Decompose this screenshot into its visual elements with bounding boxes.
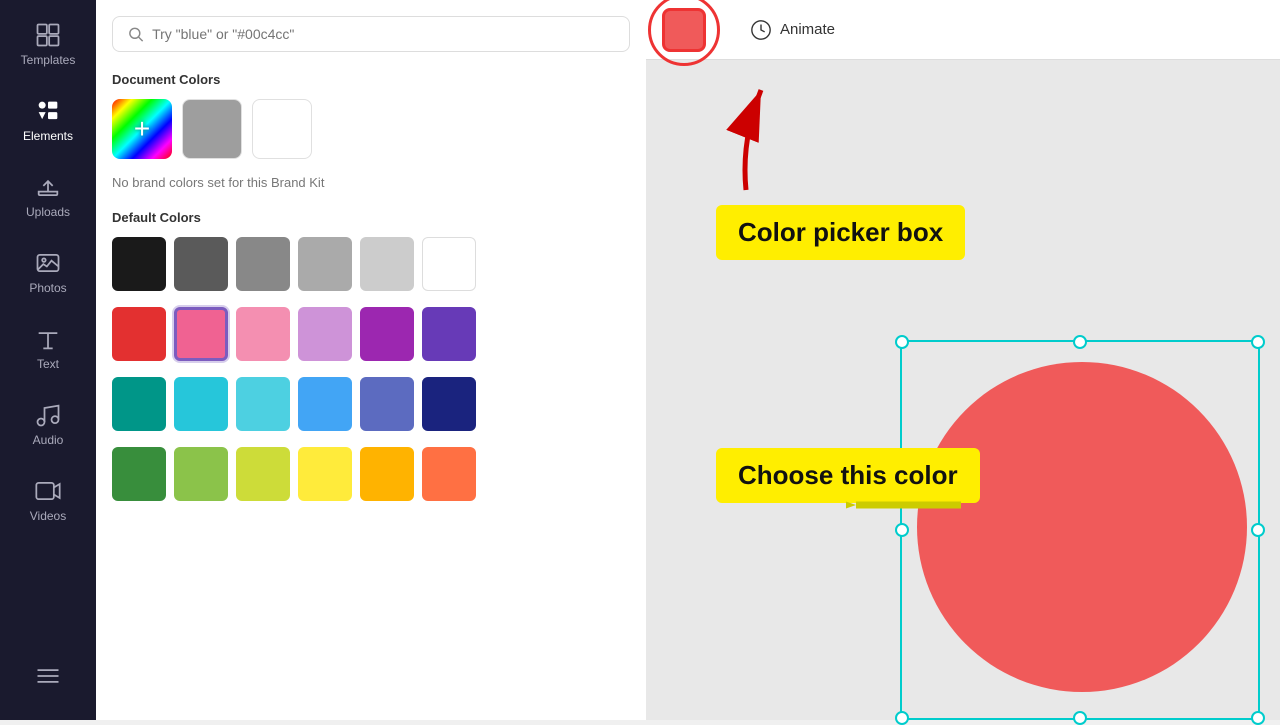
resize-handle-tl[interactable] xyxy=(895,335,909,349)
doc-color-gray[interactable] xyxy=(182,99,242,159)
canvas-area: Animate Color picker box Choose this col… xyxy=(646,0,1280,720)
animate-button[interactable]: Animate xyxy=(750,19,835,41)
color-picker-button[interactable] xyxy=(662,8,706,52)
doc-color-white[interactable] xyxy=(252,99,312,159)
color-picker-wrapper xyxy=(662,8,706,52)
search-icon xyxy=(127,25,144,43)
default-colors-row1 xyxy=(112,237,630,291)
resize-handle-rm[interactable] xyxy=(1251,523,1265,537)
choose-arrow-annotation xyxy=(846,475,966,540)
no-brand-colors-text: No brand colors set for this Brand Kit xyxy=(112,175,630,190)
color-orange[interactable] xyxy=(422,447,476,501)
sidebar-item-audio[interactable]: Audio xyxy=(8,388,88,460)
color-green[interactable] xyxy=(112,447,166,501)
color-purple[interactable] xyxy=(360,307,414,361)
circle-shape xyxy=(917,362,1247,692)
sidebar-item-audio-label: Audio xyxy=(33,433,64,447)
sidebar-item-videos[interactable]: Videos xyxy=(8,464,88,536)
sidebar-item-photos-label: Photos xyxy=(29,281,66,295)
animate-icon xyxy=(750,19,772,41)
color-light-purple[interactable] xyxy=(298,307,352,361)
sidebar-item-text-label: Text xyxy=(37,357,59,371)
default-colors-row4 xyxy=(112,447,630,501)
sidebar-item-photos[interactable]: Photos xyxy=(8,236,88,308)
default-colors-row2 xyxy=(112,307,630,361)
document-colors-row xyxy=(112,99,630,159)
sidebar: Templates Elements Uploads Photos Text xyxy=(0,0,96,720)
add-color-button[interactable] xyxy=(112,99,172,159)
color-light-blue[interactable] xyxy=(298,377,352,431)
color-white[interactable] xyxy=(422,237,476,291)
resize-handle-bm[interactable] xyxy=(1073,711,1087,725)
sidebar-item-templates-label: Templates xyxy=(21,53,76,67)
color-light-cyan[interactable] xyxy=(236,377,290,431)
arrow-annotation xyxy=(686,70,786,205)
color-lime[interactable] xyxy=(236,447,290,501)
color-cyan[interactable] xyxy=(174,377,228,431)
color-teal[interactable] xyxy=(112,377,166,431)
resize-handle-br[interactable] xyxy=(1251,711,1265,725)
search-input[interactable] xyxy=(152,26,615,42)
color-amber[interactable] xyxy=(360,447,414,501)
resize-handle-bl[interactable] xyxy=(895,711,909,725)
color-dark-gray[interactable] xyxy=(174,237,228,291)
color-red[interactable] xyxy=(112,307,166,361)
color-pink-selected[interactable] xyxy=(174,307,228,361)
color-light-green[interactable] xyxy=(174,447,228,501)
search-bar[interactable] xyxy=(112,16,630,52)
sidebar-item-text[interactable]: Text xyxy=(8,312,88,384)
color-picker-box-annotation: Color picker box xyxy=(716,205,965,260)
color-panel: Document Colors No brand colors set for … xyxy=(96,0,646,720)
color-black[interactable] xyxy=(112,237,166,291)
sidebar-item-uploads[interactable]: Uploads xyxy=(8,160,88,232)
toolbar: Animate xyxy=(646,0,1280,60)
color-navy[interactable] xyxy=(422,377,476,431)
color-medium-gray[interactable] xyxy=(298,237,352,291)
animate-label: Animate xyxy=(780,21,835,38)
color-yellow[interactable] xyxy=(298,447,352,501)
sidebar-item-elements-label: Elements xyxy=(23,129,73,143)
color-gray[interactable] xyxy=(236,237,290,291)
sidebar-item-more[interactable] xyxy=(8,640,88,712)
sidebar-item-uploads-label: Uploads xyxy=(26,205,70,219)
color-light-pink[interactable] xyxy=(236,307,290,361)
sidebar-item-elements[interactable]: Elements xyxy=(8,84,88,156)
sidebar-item-templates[interactable]: Templates xyxy=(8,8,88,80)
resize-handle-tm[interactable] xyxy=(1073,335,1087,349)
color-light-gray[interactable] xyxy=(360,237,414,291)
color-indigo[interactable] xyxy=(360,377,414,431)
default-colors-title: Default Colors xyxy=(112,210,630,225)
color-deep-purple[interactable] xyxy=(422,307,476,361)
canvas-content: Color picker box Choose this color xyxy=(646,60,1280,720)
default-colors-row3 xyxy=(112,377,630,431)
resize-handle-tr[interactable] xyxy=(1251,335,1265,349)
document-colors-title: Document Colors xyxy=(112,72,630,87)
sidebar-item-videos-label: Videos xyxy=(30,509,66,523)
